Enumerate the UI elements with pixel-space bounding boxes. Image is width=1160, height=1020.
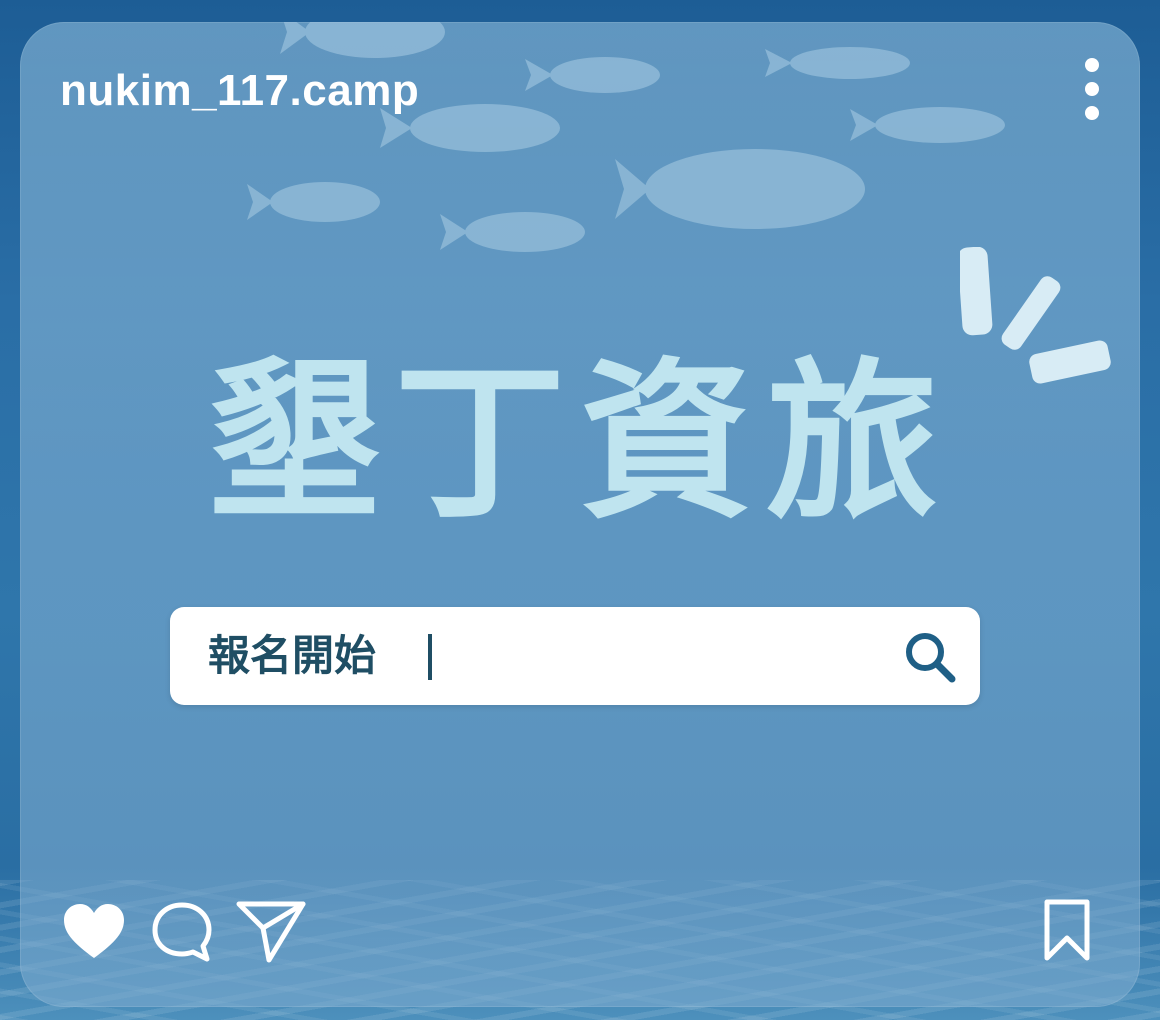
paper-plane-icon[interactable]: [235, 898, 307, 964]
fish-2: [525, 57, 660, 93]
comment-bubble-icon[interactable]: [150, 900, 214, 964]
more-dot: [1085, 82, 1099, 96]
text-caret: [428, 634, 432, 680]
fish-3: [765, 47, 910, 79]
post-image: nukim_117.camp 墾丁資旅 報名開始: [20, 22, 1140, 1007]
more-vertical-icon[interactable]: [1080, 58, 1104, 120]
more-dot: [1085, 106, 1099, 120]
post-card: nukim_117.camp 墾丁資旅 報名開始: [20, 22, 1140, 1007]
magnifier-icon[interactable]: [902, 629, 958, 685]
fish-7: [247, 182, 380, 222]
fish-6: [615, 149, 865, 229]
fish-1: [280, 22, 445, 58]
fish-5: [850, 107, 1005, 143]
fish-decoration: [247, 22, 1005, 252]
fish-8: [440, 212, 585, 252]
bookmark-icon[interactable]: [1042, 898, 1092, 962]
search-bar[interactable]: 報名開始: [170, 607, 980, 705]
post-username[interactable]: nukim_117.camp: [60, 66, 419, 116]
post-headline: 墾丁資旅: [208, 342, 952, 543]
heart-icon[interactable]: [62, 902, 126, 962]
search-bar-text: 報名開始: [208, 631, 377, 680]
more-dot: [1085, 58, 1099, 72]
